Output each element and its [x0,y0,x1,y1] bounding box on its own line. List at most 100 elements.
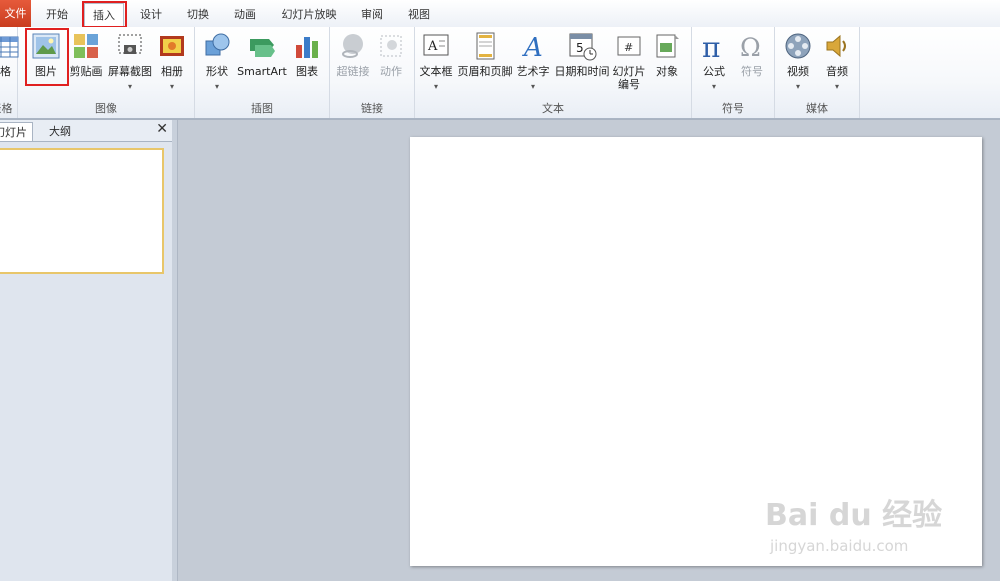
equation-dropdown-icon: ▾ [711,82,716,91]
action-icon [376,31,406,61]
shapes-icon [202,31,232,61]
table-icon [0,31,20,61]
tab-home[interactable]: 开始 [42,3,72,27]
action-button[interactable]: 动作 [374,29,408,78]
slide-number-button[interactable]: # 幻灯片 编号 [611,29,647,91]
smartart-icon [247,31,277,61]
textbox-label: 文本框 [419,65,453,78]
textbox-icon: A [421,31,451,61]
hyperlink-label: 超链接 [336,65,370,78]
group-label-tables: 表格 [0,102,13,115]
slide-number-label-line1: 幻灯片 [612,65,646,78]
svg-text:#: # [624,41,633,54]
shapes-dropdown-icon: ▾ [214,82,219,91]
album-dropdown-icon: ▾ [169,82,174,91]
tab-file[interactable]: 文件 [0,0,31,27]
photo-album-icon [157,31,187,61]
slide-number-icon: # [614,31,644,61]
pi-icon: π [699,31,729,64]
audio-label: 音频 [826,65,848,78]
tab-insert[interactable]: 插入 [84,3,124,28]
slides-pane: 幻灯片 大纲 ✕ [0,120,173,581]
wordart-button[interactable]: A 艺术字 ▾ [515,29,551,93]
film-reel-icon [783,31,813,61]
slide-number-label-line2: 编号 [618,78,640,91]
svg-text:A: A [522,33,543,61]
tab-view[interactable]: 视图 [404,3,434,27]
speaker-icon [822,31,852,61]
group-label-images: 图像 [95,102,117,115]
tab-animations[interactable]: 动画 [230,3,260,27]
header-footer-icon [470,31,500,61]
shapes-label: 形状 [206,65,228,78]
smartart-button[interactable]: SmartArt [235,29,289,78]
audio-dropdown-icon: ▾ [834,82,839,91]
svg-text:A: A [427,39,438,54]
svg-text:5: 5 [576,41,584,55]
svg-text:Ω: Ω [740,33,761,61]
tab-transitions[interactable]: 切换 [183,3,213,27]
chart-icon [292,31,322,61]
group-text: A 文本框 ▾ 页眉和页脚 A 艺术字 ▾ 5 日期和时间 # 幻灯片 编号 对… [415,27,692,118]
tab-design[interactable]: 设计 [136,3,166,27]
wordart-dropdown-icon: ▾ [530,82,535,91]
group-label-symbols: 符号 [722,102,744,115]
video-dropdown-icon: ▾ [795,82,800,91]
object-label: 对象 [656,65,678,78]
screenshot-button[interactable]: 屏幕截图 ▾ [104,29,156,93]
table-button[interactable]: 表格 [0,29,20,78]
album-label: 相册 [161,65,183,78]
group-media: 视频 ▾ 音频 ▾ 媒体 [775,27,860,118]
pane-tabs: 幻灯片 大纲 ✕ [0,120,172,142]
tab-outline[interactable]: 大纲 [36,122,84,141]
album-button[interactable]: 相册 ▾ [156,29,188,93]
object-button[interactable]: 对象 [649,29,685,78]
slide-thumbnail[interactable] [0,148,164,274]
group-label-media: 媒体 [806,102,828,115]
datetime-button[interactable]: 5 日期和时间 [553,29,611,78]
clipart-label: 剪贴画 [69,65,103,78]
hyperlink-icon [338,31,368,61]
datetime-label: 日期和时间 [554,65,610,78]
watermark-brand: Bai du 经验 [765,498,943,533]
video-button[interactable]: 视频 ▾ [779,29,817,93]
textbox-dropdown-icon: ▾ [433,82,438,91]
screenshot-label: 屏幕截图 [108,65,152,78]
close-icon[interactable]: ✕ [156,121,168,137]
tab-slideshow[interactable]: 幻灯片放映 [280,3,338,27]
screenshot-dropdown-icon: ▾ [127,82,132,91]
equation-label: 公式 [703,65,725,78]
chart-button[interactable]: 图表 [291,29,323,78]
wordart-label: 艺术字 [516,65,550,78]
group-label-text: 文本 [542,102,564,115]
group-symbols: π 公式 ▾ Ω 符号 符号 [692,27,775,118]
wordart-icon: A [518,31,548,63]
picture-label: 图片 [35,65,57,78]
object-icon [652,31,682,61]
equation-button[interactable]: π 公式 ▾ [696,29,732,93]
header-footer-label: 页眉和页脚 [457,65,513,78]
hyperlink-button[interactable]: 超链接 [334,29,372,78]
shapes-button[interactable]: 形状 ▾ [201,29,233,93]
group-illustrations: 形状 ▾ SmartArt 图表 插图 [195,27,330,118]
ribbon-tab-bar: 文件 开始 插入 设计 切换 动画 幻灯片放映 审阅 视图 [0,0,1000,28]
group-tables: 表格 表格 [0,27,20,118]
ribbon: 表格 表格 图片 剪贴画 屏幕截图 ▾ 相册 [0,27,1000,119]
clipart-button[interactable]: 剪贴画 [68,29,104,78]
group-label-links: 链接 [361,102,383,115]
group-label-illustrations: 插图 [251,102,273,115]
picture-button[interactable]: 图片 [26,29,66,78]
watermark-url: jingyan.baidu.com [770,537,909,555]
omega-icon: Ω [737,31,767,62]
tab-review[interactable]: 审阅 [357,3,387,27]
symbol-label: 符号 [741,65,763,78]
screenshot-icon [115,31,145,61]
calendar-clock-icon: 5 [567,31,597,61]
tab-slides[interactable]: 幻灯片 [0,122,33,141]
chart-label: 图表 [296,65,318,78]
audio-button[interactable]: 音频 ▾ [819,29,855,93]
textbox-button[interactable]: A 文本框 ▾ [417,29,455,93]
symbol-button[interactable]: Ω 符号 [734,29,770,78]
header-footer-button[interactable]: 页眉和页脚 [455,29,515,78]
table-label: 表格 [0,65,11,78]
